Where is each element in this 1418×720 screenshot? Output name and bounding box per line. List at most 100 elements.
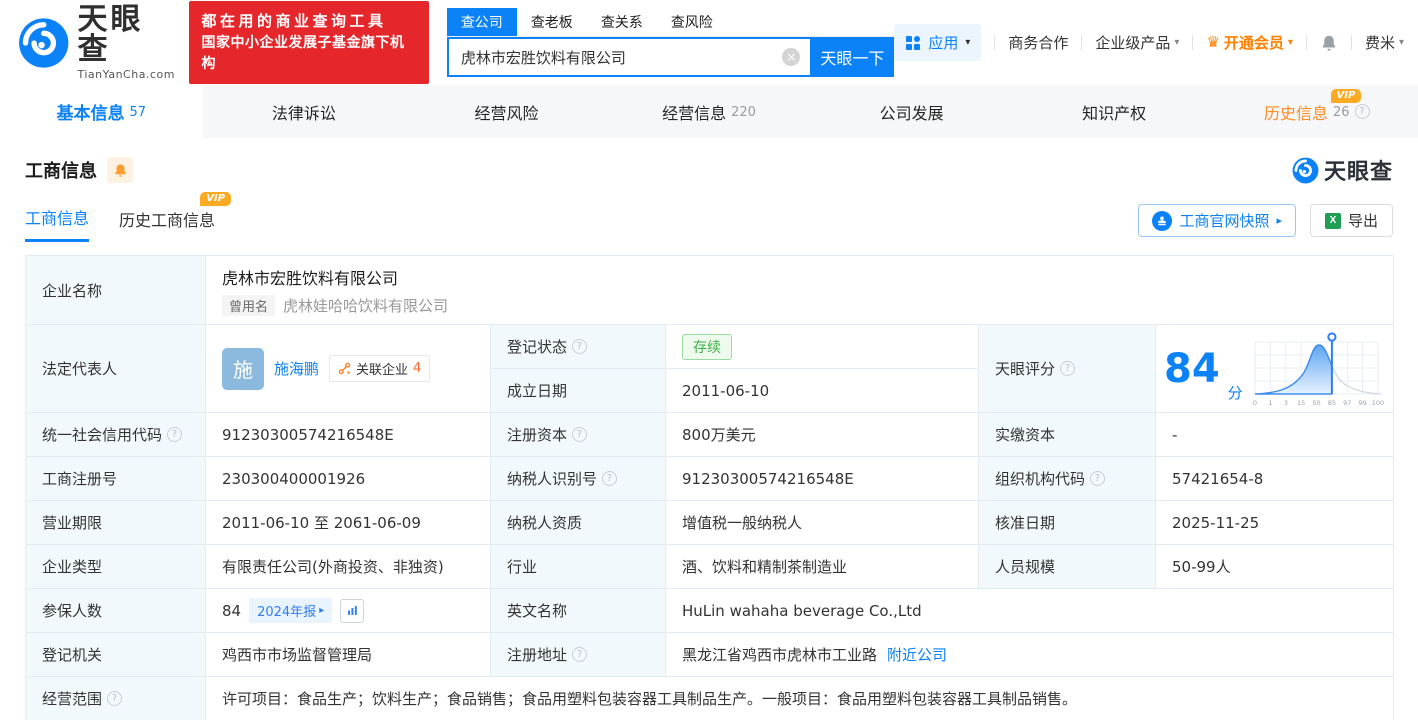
tab-business-info[interactable]: 经营信息 220 [608,85,811,138]
help-icon[interactable]: ? [1354,104,1370,119]
table-row: 工商注册号 230300400001926 纳税人识别号? 9123030057… [25,456,1395,501]
annual-report-label: 2024年报 [257,605,317,620]
brand-name: 天眼查 [77,1,144,67]
table-row: 法定代表人 施 施海鹏 关联企业 4 登记状态? 存续 天眼评分 ? 84 分 … [25,324,1395,413]
insured-trend-button[interactable] [340,598,365,623]
reg-address: 黑龙江省鸡西市虎林市工业路 [682,646,878,664]
export-button[interactable]: X 导出 [1309,204,1393,237]
snapshot-label: 工商官网快照 [1179,213,1270,230]
reg-address-label: 注册地址 [507,646,568,664]
help-icon[interactable]: ? [107,691,123,706]
approval-date: 2025-11-25 [1154,500,1395,545]
search-block: 查公司 查老板 查关系 查风险 × 天眼一下 [446,8,895,77]
tab-company-development[interactable]: 公司发展 [810,85,1013,138]
help-icon[interactable]: ? [1090,471,1106,486]
search-tab-company[interactable]: 查公司 [446,8,517,36]
reg-number-label: 工商注册号 [25,456,206,501]
search-button[interactable]: 天眼一下 [810,37,895,77]
taxpayer-id-label-cell: 纳税人识别号? [490,456,666,501]
score-label: 天眼评分 [995,360,1056,378]
user-menu[interactable]: 费米 ▾ [1365,32,1404,53]
search-input[interactable] [446,37,811,77]
credit-code-label: 统一社会信用代码 [42,426,163,444]
header: 天眼查 TianYanCha.com 都在用的商业查询工具 国家中小企业发展子基… [0,0,1418,85]
taxpayer-id-label: 纳税人识别号 [507,470,598,488]
subtab-business-registration[interactable]: 工商信息 [25,205,90,242]
tab-basic-info[interactable]: 基本信息 57 [0,85,203,138]
svg-text:1: 1 [1268,399,1272,407]
business-info-table: 企业名称 虎林市宏胜饮料有限公司 曾用名 虎林娃哈哈饮料有限公司 法定代表人 施… [25,255,1395,720]
tab-label: 法律诉讼 [271,103,336,123]
svg-text:100: 100 [1371,399,1383,407]
watermark-text: 天眼查 [1323,160,1393,185]
reg-capital-label-cell: 注册资本? [490,412,666,457]
svg-text:99: 99 [1358,399,1366,407]
approval-date-label: 核准日期 [978,500,1156,545]
insured-count: 84 [222,601,242,620]
notifications-bell-button[interactable] [1320,34,1338,52]
help-icon[interactable]: ? [167,427,183,442]
bell-icon [114,163,126,177]
help-icon[interactable]: ? [572,647,588,662]
tab-count: 57 [129,105,147,120]
score-unit: 分 [1227,383,1243,402]
subtab-row: 工商信息 VIP 历史工商信息 工商官网快照 ▸ X 导出 [0,186,1418,243]
taxpayer-id: 91230300574216548E [665,456,979,501]
divider [1350,35,1352,50]
nav-enterprise-products[interactable]: 企业级产品 ▾ [1095,32,1179,53]
top-nav: 应用 ▾ 商务合作 企业级产品 ▾ ♛ 开通会员 ▾ 费米 ▾ [894,24,1404,61]
apps-menu-button[interactable]: 应用 ▾ [894,24,982,61]
related-companies-badge[interactable]: 关联企业 4 [329,355,431,382]
reg-status-label-cell: 登记状态? [490,324,666,369]
legal-rep-avatar[interactable]: 施 [222,347,264,390]
reg-address-label-cell: 注册地址? [490,632,666,677]
help-icon[interactable]: ? [572,427,588,442]
score-cell[interactable]: 84 分 0 1 3 15 50 85 97 99 100 [1154,324,1395,413]
reg-authority: 鸡西市市场监督管理局 [205,632,491,677]
annual-report-badge[interactable]: 2024年报 ▸ [249,598,333,623]
table-row: 统一社会信用代码? 91230300574216548E 注册资本? 800万美… [25,412,1395,457]
former-name: 虎林娃哈哈饮料有限公司 [283,296,449,315]
tab-history-info[interactable]: VIP 历史信息 26 ? [1215,85,1418,138]
search-tab-relation[interactable]: 查关系 [587,8,657,36]
divider [994,35,996,50]
table-row: 参保人数 84 2024年报 ▸ 英文名称 HuLin wahaha bever… [25,588,1395,633]
monitor-bell-button[interactable] [107,157,133,183]
reg-capital-label: 注册资本 [507,426,568,444]
help-icon[interactable]: ? [602,471,618,486]
taxpayer-quality-label: 纳税人资质 [490,500,666,545]
watermark-logo: 天眼查 [1292,154,1393,186]
tab-label: 经营风险 [474,103,539,123]
legal-rep-name-link[interactable]: 施海鹏 [274,358,319,379]
company-type-label: 企业类型 [25,544,206,589]
divider [1192,35,1194,50]
company-tabbar: 基本信息 57 法律诉讼 经营风险 经营信息 220 公司发展 知识产权 VIP… [0,85,1418,138]
insured-cell: 84 2024年报 ▸ [205,588,491,633]
help-icon[interactable]: ? [572,339,588,354]
nav-business-cooperation[interactable]: 商务合作 [1008,32,1068,53]
nearby-companies-link[interactable]: 附近公司 [887,644,947,665]
tab-operation-risk[interactable]: 经营风险 [405,85,608,138]
search-tab-boss[interactable]: 查老板 [517,8,587,36]
taxpayer-quality: 增值税一般纳税人 [665,500,979,545]
tab-intellectual-property[interactable]: 知识产权 [1013,85,1216,138]
search-tab-risk[interactable]: 查风险 [657,8,727,36]
svg-text:0: 0 [1253,399,1257,407]
tab-label: 经营信息 [662,103,727,123]
vip-badge: VIP [1330,89,1362,103]
nav-open-membership[interactable]: ♛ 开通会员 ▾ [1206,32,1293,53]
brand-slogan-banner: 都在用的商业查询工具 国家中小企业发展子基金旗下机构 [189,1,429,84]
score-value: 84 [1164,345,1220,392]
slogan-line1: 都在用的商业查询工具 [201,12,387,31]
official-snapshot-button[interactable]: 工商官网快照 ▸ [1138,204,1296,237]
reg-capital: 800万美元 [665,412,979,457]
subtab-history-registration[interactable]: VIP 历史工商信息 [119,191,232,241]
tab-legal-litigation[interactable]: 法律诉讼 [203,85,406,138]
industry: 酒、饮料和精制茶制造业 [665,544,979,589]
apps-label: 应用 [928,34,959,52]
help-icon[interactable]: ? [1060,361,1076,376]
org-code-label: 组织机构代码 [995,470,1086,488]
tianyancha-logo[interactable]: 天眼查 TianYanCha.com [18,1,175,81]
section-title: 工商信息 [25,161,97,182]
svg-text:50: 50 [1312,399,1320,407]
